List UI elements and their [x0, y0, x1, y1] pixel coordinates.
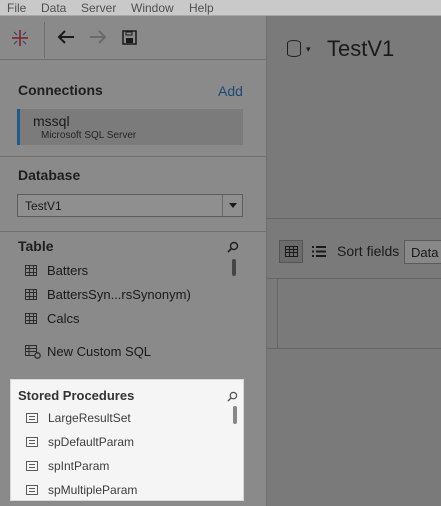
connection-card[interactable]: mssql Microsoft SQL Server	[17, 109, 243, 145]
grid-bottom-line	[267, 348, 441, 349]
table-icon	[25, 265, 37, 276]
database-title: Database	[18, 167, 81, 183]
database-icon	[287, 40, 301, 57]
procedure-icon	[26, 485, 38, 495]
sort-fields-select[interactable]: Data	[404, 240, 441, 264]
search-icon[interactable]	[227, 391, 238, 402]
connection-type: Microsoft SQL Server	[41, 130, 137, 141]
sort-fields-value: Data	[411, 245, 439, 260]
connection-name: mssql	[33, 113, 70, 129]
arrow-left-icon[interactable]	[57, 29, 75, 45]
procedure-icon	[26, 461, 38, 471]
datasource-name[interactable]: TestV1	[327, 36, 394, 62]
sort-fields-label: Sort fields	[337, 243, 400, 259]
table-item-label: BattersSyn...rsSynonym)	[47, 287, 191, 302]
procedure-icon	[26, 413, 38, 423]
table-item-label: Calcs	[47, 311, 80, 326]
table-icon	[25, 289, 37, 300]
menu-bar: File Data Server Window Help	[0, 0, 441, 16]
menu-data[interactable]: Data	[41, 1, 66, 15]
toolbar-separator	[0, 59, 266, 60]
grid-view-button[interactable]	[279, 240, 303, 263]
database-select[interactable]: TestV1	[17, 194, 243, 217]
grid-icon	[285, 246, 298, 257]
stored-procedure-label: spMultipleParam	[48, 483, 138, 497]
toolbar-divider	[44, 22, 45, 58]
new-custom-sql-label: New Custom SQL	[47, 344, 152, 359]
stored-procedures-title: Stored Procedures	[18, 388, 135, 403]
dropdown-button[interactable]	[222, 195, 242, 216]
chevron-down-icon	[229, 203, 237, 208]
menu-server[interactable]: Server	[81, 1, 116, 15]
table-item-label: Batters	[47, 263, 89, 278]
search-icon[interactable]	[227, 241, 239, 253]
arrow-right-icon	[90, 30, 107, 44]
procedure-icon	[26, 437, 38, 447]
canvas-divider	[267, 218, 441, 219]
grid-column-line	[277, 279, 278, 348]
add-connection-link[interactable]: Add	[218, 83, 243, 99]
custom-sql-icon	[25, 345, 41, 359]
grid-header-line	[267, 278, 441, 279]
data-pane: Connections Add mssql Microsoft SQL Serv…	[0, 16, 266, 506]
list-view-icon[interactable]	[312, 246, 326, 257]
save-icon[interactable]	[122, 30, 137, 45]
menu-help[interactable]: Help	[189, 1, 214, 15]
menu-file[interactable]: File	[7, 1, 26, 15]
menu-window[interactable]: Window	[131, 1, 174, 15]
stored-procedures-panel: Stored Procedures LargeResultSet spDefau…	[10, 379, 244, 501]
database-selected-value: TestV1	[25, 199, 62, 213]
stored-procedure-label: spIntParam	[48, 459, 110, 473]
stored-procedure-label: spDefaultParam	[48, 435, 135, 449]
table-list-scrollbar[interactable]	[232, 259, 236, 276]
connections-title: Connections	[18, 82, 103, 98]
tableau-logo-icon[interactable]	[10, 28, 30, 48]
caret-down-icon[interactable]: ▾	[306, 44, 311, 55]
canvas-pane: ▾ TestV1 Sort fields Data	[266, 16, 441, 506]
stored-procedures-scrollbar[interactable]	[233, 406, 237, 424]
stored-procedure-label: LargeResultSet	[48, 411, 131, 425]
table-title: Table	[18, 238, 54, 254]
table-icon	[25, 313, 37, 324]
section-separator	[0, 156, 266, 157]
section-separator	[0, 231, 266, 232]
